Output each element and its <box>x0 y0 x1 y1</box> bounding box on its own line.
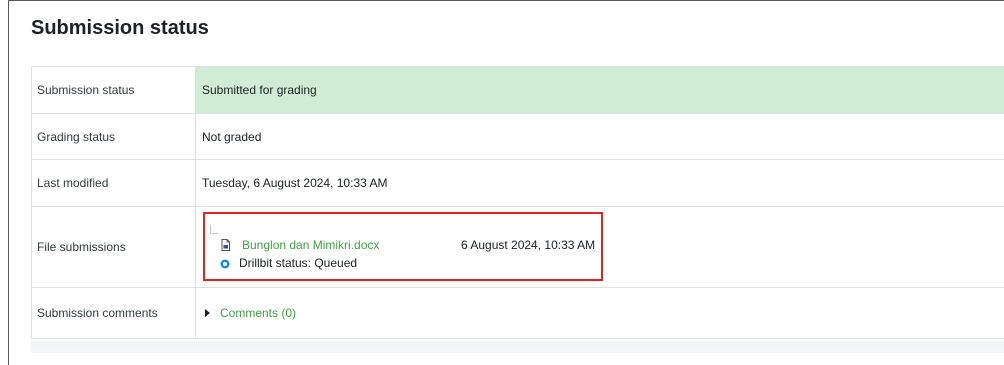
table-row-last-modified: Last modified Tuesday, 6 August 2024, 10… <box>31 159 1004 207</box>
file-date: 6 August 2024, 10:33 AM <box>461 238 596 252</box>
file-link[interactable]: Bunglon dan Mimikri.docx <box>242 238 379 252</box>
row-label: Grading status <box>31 113 196 160</box>
row-label: Submission status <box>31 66 196 114</box>
expand-triangle-icon[interactable] <box>205 309 210 317</box>
file-entry: Bunglon dan Mimikri.docx <box>220 238 379 252</box>
drillbit-icon <box>220 258 230 269</box>
submission-status-value: Submitted for grading <box>195 66 1004 114</box>
highlight-box: Bunglon dan Mimikri.docx 6 August 2024, … <box>203 212 603 281</box>
file-submissions-cell: Bunglon dan Mimikri.docx 6 August 2024, … <box>195 206 1004 288</box>
row-label: Submission comments <box>31 287 196 339</box>
row-label: Last modified <box>31 159 196 207</box>
page-title: Submission status <box>31 17 209 39</box>
status-table-wrap: Submission status Submitted for grading … <box>31 66 1004 351</box>
table-row-submission-status: Submission status Submitted for grading <box>31 66 1004 114</box>
tree-branch-mark <box>210 225 218 234</box>
table-row-file-submissions: File submissions Bunglon dan Mimikri.doc… <box>31 206 1004 288</box>
document-icon <box>220 239 231 251</box>
submission-comments-cell: Comments (0) <box>195 287 1004 339</box>
comments-link[interactable]: Comments (0) <box>220 306 296 320</box>
comments-toggle[interactable]: Comments (0) <box>202 306 1000 320</box>
drillbit-status: Drillbit status: Queued <box>220 256 357 270</box>
row-label: File submissions <box>31 206 196 288</box>
submission-status-panel: Submission status Submission status Subm… <box>8 0 1004 365</box>
status-table: Submission status Submitted for grading … <box>31 66 1004 339</box>
table-row-submission-comments: Submission comments Comments (0) <box>31 287 1004 339</box>
grading-status-value: Not graded <box>195 113 1004 160</box>
table-row-grading-status: Grading status Not graded <box>31 113 1004 160</box>
last-modified-value: Tuesday, 6 August 2024, 10:33 AM <box>195 159 1004 207</box>
drillbit-status-text: Drillbit status: Queued <box>239 256 358 270</box>
